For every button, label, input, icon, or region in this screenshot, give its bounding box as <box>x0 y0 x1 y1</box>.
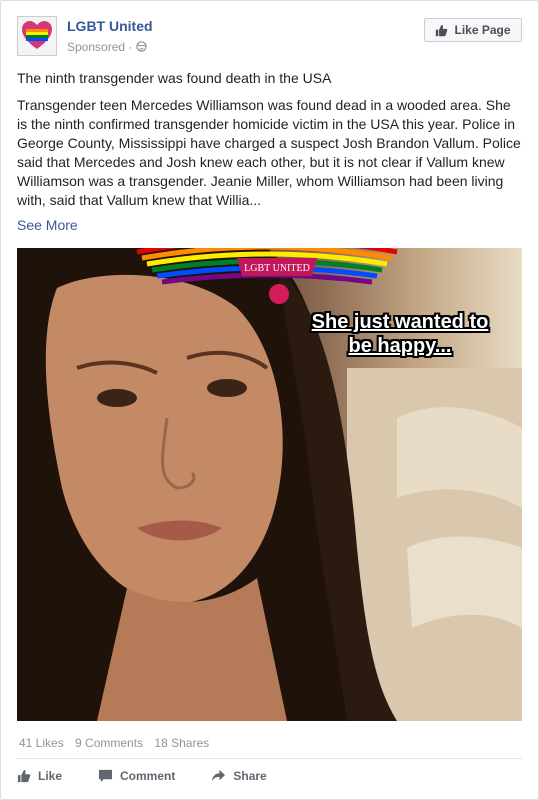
post-card: LGBT United Sponsored · Like Page The ni… <box>0 0 539 800</box>
post-actions: Like Comment Share <box>17 765 303 787</box>
shares-count[interactable]: 18 Shares <box>154 736 209 750</box>
post-header: LGBT United Sponsored · Like Page <box>17 15 522 61</box>
post-body: Transgender teen Mercedes Williamson was… <box>17 97 521 208</box>
emblem-text: LGBT UNITED <box>244 263 310 274</box>
share-button[interactable]: Share <box>211 769 267 783</box>
like-label: Like <box>38 769 63 783</box>
thumbs-up-icon <box>436 24 448 36</box>
see-more-link[interactable]: See More <box>17 217 78 233</box>
heart-logo-icon <box>22 21 52 49</box>
page-avatar[interactable] <box>17 16 57 56</box>
like-page-label: Like Page <box>454 23 511 37</box>
reaction-stats: 41 Likes 9 Comments 18 Shares <box>19 736 217 750</box>
like-button[interactable]: Like <box>17 769 62 783</box>
sponsored-label: Sponsored · <box>67 40 147 54</box>
thumbs-up-icon <box>17 769 31 783</box>
comment-button[interactable]: Comment <box>98 769 175 783</box>
like-page-button[interactable]: Like Page <box>424 18 522 42</box>
comments-count[interactable]: 9 Comments <box>75 736 143 750</box>
post-image[interactable]: LGBT UNITED She just wanted to be happy.… <box>17 248 522 721</box>
post-headline: The ninth transgender was found death in… <box>17 70 332 86</box>
separator: · <box>128 40 133 54</box>
image-caption: She just wanted to be happy... <box>311 311 489 357</box>
likes-count[interactable]: 41 Likes <box>19 736 64 750</box>
comment-label: Comment <box>120 769 176 783</box>
sponsored-text: Sponsored <box>67 40 126 54</box>
page-name-link[interactable]: LGBT United <box>67 18 153 34</box>
share-arrow-icon <box>212 769 226 782</box>
divider <box>17 758 522 759</box>
share-label: Share <box>233 769 267 783</box>
globe-icon[interactable] <box>136 41 147 52</box>
comment-icon <box>98 769 113 783</box>
